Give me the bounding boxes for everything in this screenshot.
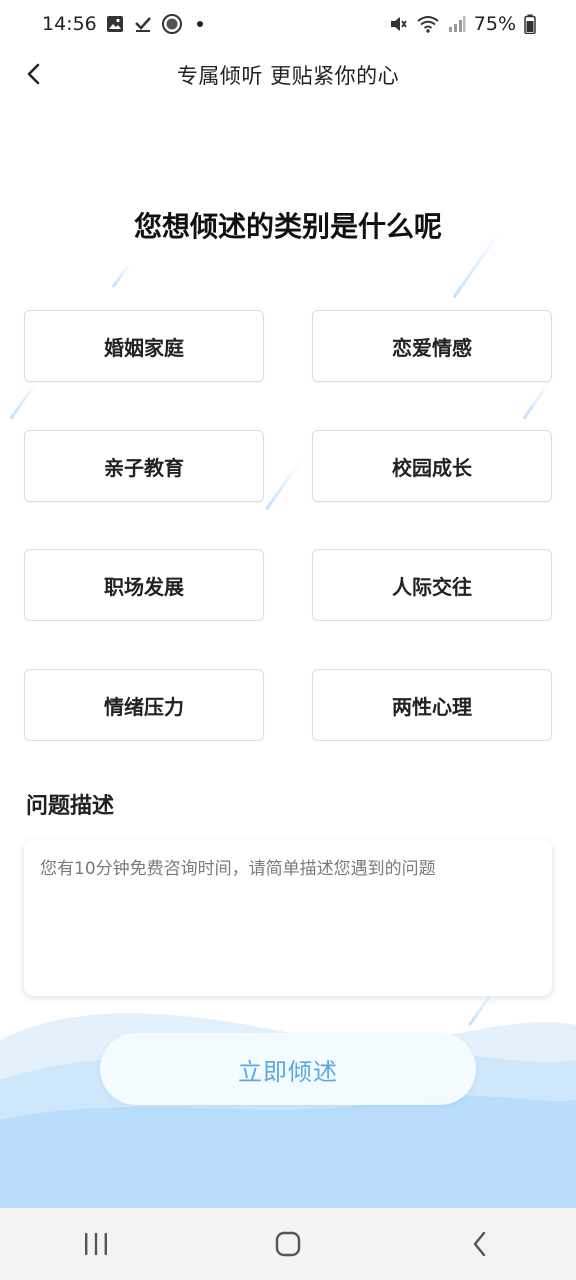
recent-apps-button[interactable] [66, 1214, 126, 1274]
battery-percent: 75% [473, 13, 516, 35]
battery-icon [524, 14, 536, 34]
description-box [24, 840, 552, 996]
notification-dot [196, 21, 203, 27]
status-time: 14:56 [42, 13, 97, 35]
home-button[interactable] [258, 1214, 318, 1274]
description-input[interactable] [40, 854, 536, 982]
recent-apps-icon [85, 1233, 107, 1255]
category-emotional-stress[interactable]: 情绪压力 [24, 669, 264, 741]
category-label: 职场发展 [104, 574, 184, 599]
signal-icon [448, 15, 466, 33]
circle-app-icon [161, 13, 183, 35]
status-bar: 14:56 75% [0, 0, 576, 48]
category-label: 校园成长 [392, 455, 472, 480]
top-bar: 专属倾听 更贴紧你的心 [0, 48, 576, 102]
category-label: 两性心理 [392, 694, 472, 719]
category-gender-psychology[interactable]: 两性心理 [312, 669, 552, 741]
back-nav-button[interactable] [450, 1214, 510, 1274]
category-label: 人际交往 [392, 574, 472, 599]
chevron-left-icon [27, 63, 40, 85]
category-campus-growth[interactable]: 校园成长 [312, 430, 552, 502]
status-left: 14:56 [42, 13, 203, 35]
category-career-development[interactable]: 职场发展 [24, 549, 264, 621]
check-icon [133, 14, 153, 34]
category-label: 亲子教育 [104, 455, 184, 480]
back-nav-icon [473, 1231, 486, 1257]
gallery-icon [105, 14, 125, 34]
status-right: 75% [388, 13, 536, 35]
category-love-emotion[interactable]: 恋爱情感 [312, 310, 552, 382]
category-label: 恋爱情感 [392, 335, 472, 360]
decor-streak [111, 261, 132, 289]
decor-streak [9, 381, 38, 420]
category-interpersonal[interactable]: 人际交往 [312, 549, 552, 621]
decor-streak [522, 381, 551, 420]
page-title: 专属倾听 更贴紧你的心 [176, 64, 400, 88]
description-label: 问题描述 [26, 794, 115, 819]
category-label: 婚姻家庭 [104, 335, 184, 360]
category-parenting-education[interactable]: 亲子教育 [24, 430, 264, 502]
category-label: 情绪压力 [104, 694, 184, 719]
submit-button[interactable]: 立即倾述 [100, 1033, 476, 1105]
back-button[interactable] [16, 56, 52, 92]
mute-icon [388, 14, 408, 34]
decor-streak [265, 459, 302, 511]
category-heading: 您想倾述的类别是什么呢 [133, 210, 442, 243]
wifi-icon [416, 14, 440, 34]
system-nav-bar [0, 1208, 576, 1280]
home-icon [275, 1231, 301, 1257]
category-marriage-family[interactable]: 婚姻家庭 [24, 310, 264, 382]
